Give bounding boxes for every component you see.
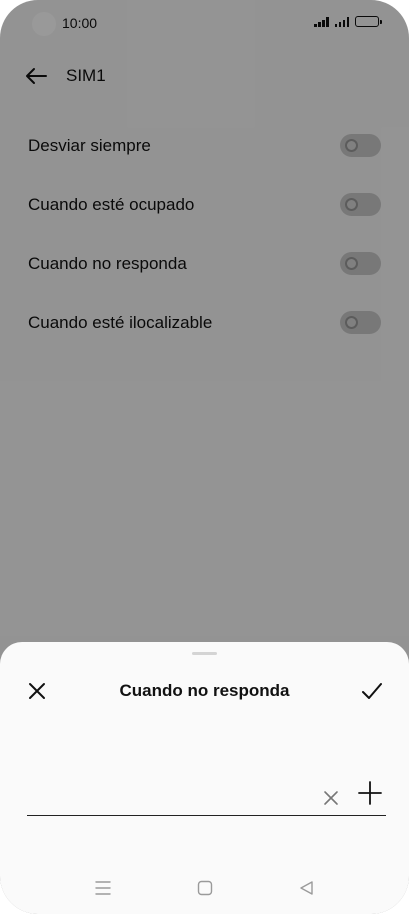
sheet-title: Cuando no responda xyxy=(119,681,290,700)
home-icon[interactable] xyxy=(195,878,215,898)
forward-number-sheet: Cuando no responda xyxy=(0,642,409,914)
menu-icon[interactable] xyxy=(93,878,113,898)
phone-screen: 10:00 SIM1 Desviar siempre Cuando esté o… xyxy=(0,0,409,914)
navigation-bar xyxy=(0,870,409,906)
check-icon[interactable] xyxy=(359,678,385,704)
plus-icon[interactable] xyxy=(357,780,383,806)
clear-icon[interactable] xyxy=(321,788,341,808)
back-triangle-icon[interactable] xyxy=(297,878,317,898)
drag-handle[interactable] xyxy=(192,652,217,655)
forward-number-input[interactable] xyxy=(27,780,307,810)
forward-number-field xyxy=(27,772,386,816)
